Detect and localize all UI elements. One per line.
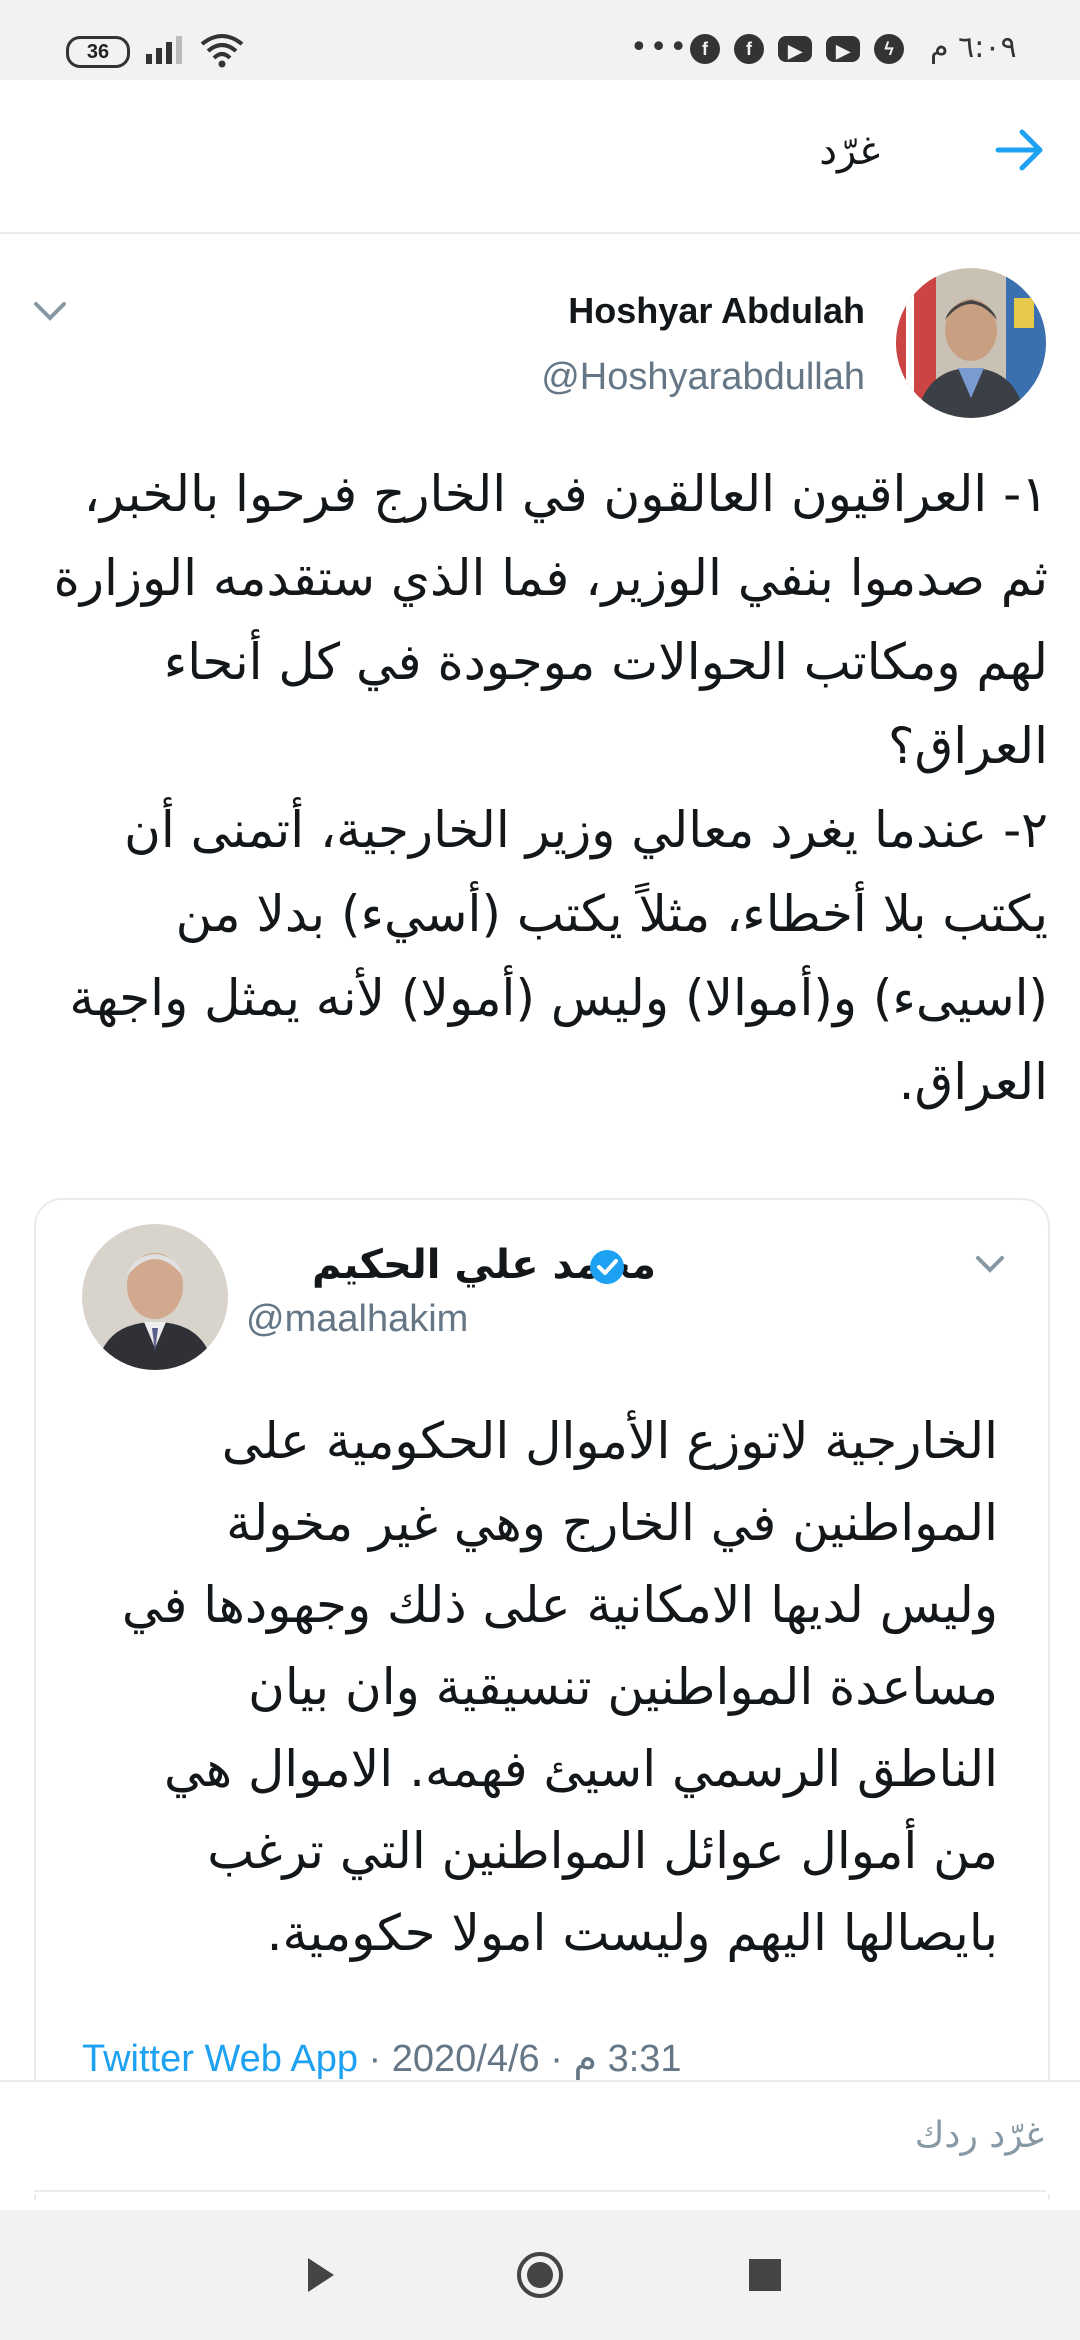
back-triangle-icon[interactable]	[294, 2250, 344, 2300]
quoted-author-handle[interactable]: @maalhakim	[246, 1298, 468, 1341]
author-handle[interactable]: @Hoshyarabdullah	[541, 356, 865, 399]
tweet-meta: Twitter Web App · 2020/4/6 · 3:31 م	[82, 2036, 682, 2081]
facebook-icon: f	[734, 34, 764, 64]
signal-icon	[146, 36, 182, 64]
youtube-icon: ▶	[778, 36, 812, 62]
compose-header: غرّد	[0, 80, 1080, 234]
messenger-icon: ϟ	[874, 34, 904, 64]
status-bar: 36 ••• f f ▶ ▶ ϟ ٦:٠٩ م	[0, 0, 1080, 80]
chevron-down-icon[interactable]	[972, 1250, 1008, 1278]
youtube-icon: ▶	[826, 36, 860, 62]
chevron-down-icon[interactable]	[30, 296, 70, 326]
tweet-text: ١- العراقيون العالقون في الخارج فرحوا با…	[40, 452, 1048, 1124]
quoted-tweet-text: الخارجية لاتوزع الأموال الحكومية على الم…	[121, 1412, 998, 1962]
system-nav-bar	[0, 2210, 1080, 2340]
author-name[interactable]: Hoshyar Abdulah	[568, 290, 865, 332]
facebook-icon: f	[690, 34, 720, 64]
quoted-tweet[interactable]: محمد علي الحكيم @maalhakim الخارجية لاتو…	[34, 1198, 1050, 2200]
tweet-date: 2020/4/6	[391, 2038, 540, 2080]
tweet-paragraph: ١- العراقيون العالقون في الخارج فرحوا با…	[53, 465, 1048, 775]
battery-icon: 36	[66, 36, 130, 68]
avatar[interactable]	[896, 268, 1046, 418]
back-arrow-icon[interactable]	[990, 120, 1050, 180]
meta-separator: ·	[539, 2038, 574, 2080]
page-title: غرّد	[819, 128, 880, 174]
source-link[interactable]: Twitter Web App	[82, 2038, 358, 2080]
reply-input[interactable]	[32, 2094, 1046, 2176]
home-circle-icon[interactable]	[515, 2250, 565, 2300]
recents-square-icon[interactable]	[740, 2250, 790, 2300]
divider	[34, 2190, 1046, 2192]
more-notifications-icon: •••	[630, 30, 690, 65]
notification-icons: f f ▶ ▶ ϟ	[690, 34, 904, 64]
verified-badge-icon	[590, 1250, 624, 1284]
avatar[interactable]	[82, 1224, 228, 1370]
status-time: ٦:٠٩ م	[930, 30, 1017, 65]
wifi-icon	[200, 34, 244, 68]
tweet-time: 3:31 م	[573, 2038, 682, 2080]
meta-separator: ·	[357, 2038, 392, 2080]
reply-bar	[0, 2080, 1080, 2194]
tweet-paragraph: ٢- عندما يغرد معالي وزير الخارجية، أتمنى…	[69, 801, 1048, 1111]
